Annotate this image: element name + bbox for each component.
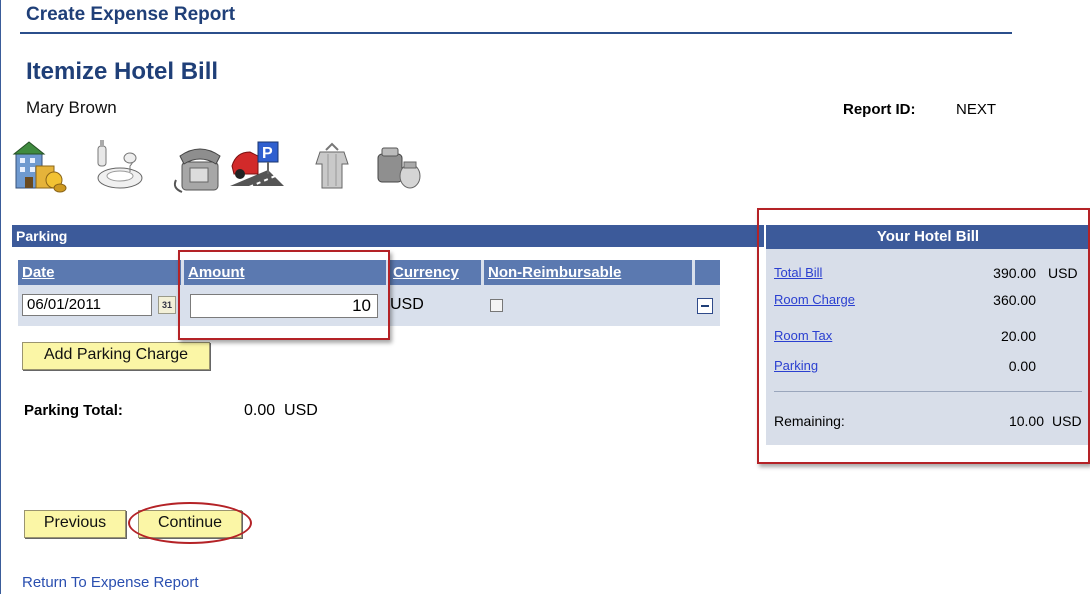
previous-button[interactable]: Previous xyxy=(24,510,126,538)
misc-icon[interactable] xyxy=(370,136,428,196)
report-id-value: NEXT xyxy=(956,101,997,118)
add-parking-charge-button[interactable]: Add Parking Charge xyxy=(22,342,210,370)
hotel-bill-highlight-box xyxy=(757,208,1090,464)
svg-text:P: P xyxy=(262,145,273,162)
return-to-expense-report-link[interactable]: Return To Expense Report xyxy=(22,574,199,591)
non-reimbursable-checkbox[interactable] xyxy=(490,299,503,312)
currency-value: USD xyxy=(390,296,424,313)
header-divider xyxy=(20,32,1012,34)
column-date-link[interactable]: Date xyxy=(22,264,55,281)
meal-icon[interactable] xyxy=(90,136,148,196)
parking-icon[interactable]: P xyxy=(228,136,286,196)
column-date: Date xyxy=(18,260,181,285)
phone-icon[interactable] xyxy=(168,136,226,196)
column-actions xyxy=(695,260,720,285)
expense-category-icons: P xyxy=(12,136,442,196)
column-non-reimbursable-link[interactable]: Non-Reimbursable xyxy=(488,264,621,281)
delete-row-icon[interactable] xyxy=(697,298,713,314)
column-currency-link[interactable]: Currency xyxy=(393,264,459,281)
parking-section-title: Parking xyxy=(16,228,68,244)
header-title: Create Expense Report xyxy=(26,4,236,25)
column-currency: Currency xyxy=(389,260,481,285)
laundry-icon[interactable] xyxy=(306,136,364,196)
parking-total-label: Parking Total: xyxy=(24,402,123,419)
employee-name: Mary Brown xyxy=(26,98,117,117)
parking-total-value: 0.00 USD xyxy=(244,402,318,419)
parking-section-header: Parking xyxy=(12,225,764,247)
report-id-label: Report ID: xyxy=(843,101,916,118)
hotel-icon[interactable] xyxy=(12,136,70,196)
page-left-border xyxy=(0,0,1,594)
continue-highlight-ellipse xyxy=(128,502,252,544)
date-field[interactable]: 06/01/2011 xyxy=(22,294,152,316)
calendar-icon[interactable]: 31 xyxy=(158,296,176,314)
page-title: Itemize Hotel Bill xyxy=(26,58,219,85)
column-non-reimbursable: Non-Reimbursable xyxy=(484,260,692,285)
amount-highlight-box xyxy=(178,250,390,340)
